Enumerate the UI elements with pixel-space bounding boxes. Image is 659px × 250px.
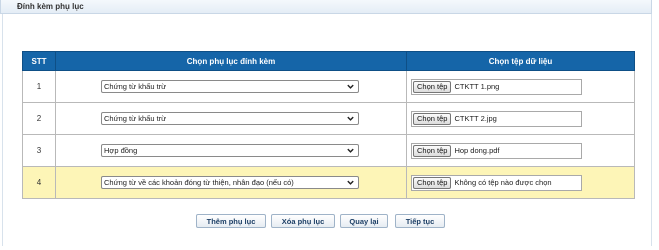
file-name: Hop dong.pdf [454, 146, 500, 155]
attachment-cell: Chứng từ về các khoản đóng từ thiện, nhâ… [55, 166, 407, 199]
header-stt: STT [22, 51, 56, 71]
attachment-select[interactable]: Hợp đồng [101, 144, 359, 157]
attachment-cell: Chứng từ khấu trừ [55, 102, 407, 135]
file-cell: Chọn tệp Hop dong.pdf [406, 134, 635, 167]
chevron-down-icon [347, 180, 354, 185]
attachment-select[interactable]: Chứng từ về các khoản đóng từ thiện, nhâ… [101, 176, 359, 189]
table-row: 3 Hợp đồng Chọn tệp Hop dong.pdf [22, 134, 635, 167]
header-file: Chọn tệp dữ liệu [406, 51, 635, 71]
action-bar: Thêm phụ lục Xóa phụ lục Quay lại Tiếp t… [0, 214, 659, 228]
choose-file-button[interactable]: Chọn tệp [413, 144, 452, 157]
file-input[interactable]: Chọn tệp CTKTT 2.jpg [411, 110, 582, 127]
table-row: 2 Chứng từ khấu trừ Chọn tệp CTKTT 2.jpg [22, 102, 635, 135]
file-cell: Chọn tệp CTKTT 2.jpg [406, 102, 635, 135]
attachment-select-value: Chứng từ về các khoản đóng từ thiện, nhâ… [104, 178, 294, 187]
file-name: CTKTT 1.png [454, 82, 500, 91]
add-attachment-button[interactable]: Thêm phụ lục [196, 214, 266, 228]
choose-file-button[interactable]: Chọn tệp [413, 176, 452, 189]
attachment-cell: Chứng từ khấu trừ [55, 70, 407, 103]
chevron-down-icon [347, 116, 354, 121]
header-attachment: Chọn phụ lục đính kèm [55, 51, 407, 71]
attachment-select-value: Chứng từ khấu trừ [104, 82, 167, 91]
file-input[interactable]: Chọn tệp Hop dong.pdf [411, 142, 582, 159]
back-button[interactable]: Quay lại [340, 214, 388, 228]
row-stt: 2 [22, 102, 56, 135]
file-cell: Chọn tệp CTKTT 1.png [406, 70, 635, 103]
choose-file-button[interactable]: Chọn tệp [413, 80, 452, 93]
panel-title: Đính kèm phụ lục [17, 2, 84, 11]
panel-header: Đính kèm phụ lục [0, 0, 652, 14]
file-input[interactable]: Chọn tệp Không có tệp nào được chọn [411, 174, 582, 191]
attachment-select[interactable]: Chứng từ khấu trừ [101, 80, 359, 93]
table-row: 4 Chứng từ về các khoản đóng từ thiện, n… [22, 166, 635, 199]
row-stt: 4 [22, 166, 56, 199]
file-input[interactable]: Chọn tệp CTKTT 1.png [411, 78, 582, 95]
row-stt: 3 [22, 134, 56, 167]
attachment-select[interactable]: Chứng từ khấu trừ [101, 112, 359, 125]
table-row: 1 Chứng từ khấu trừ Chọn tệp CTKTT 1.png [22, 70, 635, 103]
table-header-row: STT Chọn phụ lục đính kèm Chọn tệp dữ li… [22, 51, 635, 71]
attachment-select-value: Chứng từ khấu trừ [104, 114, 167, 123]
chevron-down-icon [347, 84, 354, 89]
choose-file-button[interactable]: Chọn tệp [413, 112, 452, 125]
attachment-select-value: Hợp đồng [104, 146, 138, 155]
file-name: Không có tệp nào được chọn [454, 178, 552, 187]
attachment-table: STT Chọn phụ lục đính kèm Chọn tệp dữ li… [22, 51, 635, 199]
row-stt: 1 [22, 70, 56, 103]
file-name: CTKTT 2.jpg [454, 114, 497, 123]
remove-attachment-button[interactable]: Xóa phụ lục [271, 214, 335, 228]
next-button[interactable]: Tiếp tục [395, 214, 445, 228]
chevron-down-icon [347, 148, 354, 153]
file-cell: Chọn tệp Không có tệp nào được chọn [406, 166, 635, 199]
attachment-cell: Hợp đồng [55, 134, 407, 167]
